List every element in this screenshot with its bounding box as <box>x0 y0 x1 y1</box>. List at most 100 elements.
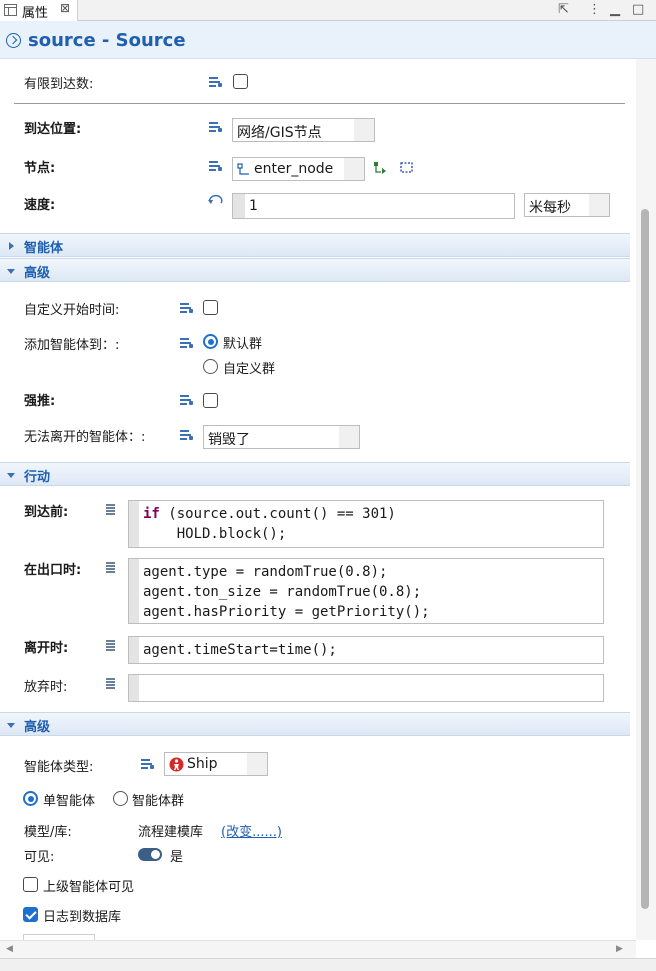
properties-icon <box>4 4 17 16</box>
on-discard-code[interactable] <box>128 674 604 702</box>
node-select[interactable]: enter_node <box>232 157 365 181</box>
code-line: agent.type = randomTrue(0.8); <box>143 564 388 580</box>
model-label: 模型/库: <box>24 825 72 840</box>
view-menu-icon[interactable]: ⇱ <box>558 2 569 17</box>
tab-close-icon[interactable]: ⊠ <box>60 1 70 15</box>
upper-visible-checkbox[interactable] <box>23 877 38 892</box>
default-population-radio[interactable] <box>203 334 218 349</box>
maximize-icon[interactable]: □ <box>632 2 644 17</box>
node-label: 节点: <box>24 161 56 176</box>
static-value-icon[interactable] <box>180 303 193 313</box>
speed-input[interactable]: 1 <box>232 193 515 219</box>
code-field-icon <box>106 504 115 515</box>
code-line: if (source.out.count() == 301) <box>143 506 396 522</box>
custom-start-checkbox[interactable] <box>203 300 218 315</box>
log-to-db-checkbox[interactable] <box>23 907 38 922</box>
source-block-icon <box>6 33 21 48</box>
page-title: source - Source <box>28 30 186 51</box>
tab-properties[interactable]: 属性 ⊠ <box>0 0 78 21</box>
force-push-checkbox[interactable] <box>203 393 218 408</box>
single-agent-label: 单智能体 <box>43 794 96 809</box>
custom-population-radio[interactable] <box>203 359 218 374</box>
dynamic-value-icon[interactable] <box>207 194 225 208</box>
cannot-exit-select[interactable]: 销毁了 <box>203 425 360 449</box>
limited-arrivals-checkbox[interactable] <box>233 74 248 89</box>
dropdown-area <box>354 119 374 141</box>
custom-population-label: 自定义群 <box>223 362 276 377</box>
visible-value: 是 <box>170 850 184 865</box>
code-field-icon <box>106 562 115 573</box>
static-value-icon[interactable] <box>180 395 193 405</box>
static-value-icon[interactable] <box>180 430 193 440</box>
bottom-bar <box>0 958 656 971</box>
agent-icon <box>169 757 184 772</box>
collapse-arrow-icon <box>7 269 15 274</box>
view-tab-strip: 属性 ⊠ ⇱ ⋮ ▁ □ <box>0 0 656 21</box>
arrival-location-select[interactable]: 网络/GIS节点 <box>232 118 375 142</box>
field-gutter <box>233 194 245 218</box>
scroll-right-icon[interactable]: ▶ <box>616 944 623 954</box>
agent-type-value: Ship <box>187 756 218 772</box>
scroll-left-icon[interactable]: ◀ <box>6 944 13 954</box>
code-line: agent.ton_size = randomTrue(0.8); <box>143 584 422 600</box>
code-gutter <box>129 501 139 547</box>
code-field-icon <box>106 678 115 689</box>
cannot-exit-label: 无法离开的智能体：: <box>24 430 146 445</box>
dropdown-area <box>589 194 609 216</box>
agent-population-label: 智能体群 <box>132 794 185 809</box>
section-agent[interactable]: 智能体 <box>0 233 630 257</box>
add-agents-label: 添加智能体到：: <box>24 338 120 353</box>
code-gutter <box>129 675 139 701</box>
agent-type-select[interactable]: Ship <box>164 752 268 776</box>
speed-unit-value: 米每秒 <box>529 200 571 216</box>
minimize-icon[interactable]: ▁ <box>610 2 620 17</box>
visible-toggle[interactable] <box>138 848 162 861</box>
on-before-arrival-code[interactable]: if (source.out.count() == 301) HOLD.bloc… <box>128 500 604 548</box>
custom-start-label: 自定义开始时间: <box>24 303 120 318</box>
static-value-icon[interactable] <box>209 77 222 87</box>
static-value-icon[interactable] <box>209 122 222 132</box>
collapse-arrow-icon <box>7 473 15 478</box>
static-value-icon[interactable] <box>209 161 222 171</box>
model-value: 流程建模库 <box>138 825 204 840</box>
section-agent-title: 智能体 <box>24 241 64 256</box>
select-region-icon[interactable] <box>400 162 414 174</box>
on-at-exit-label: 在出口时: <box>24 563 82 578</box>
agent-type-label: 智能体类型: <box>24 760 94 775</box>
change-model-link[interactable]: (改变......) <box>221 821 282 840</box>
code-gutter <box>129 637 139 663</box>
section-advanced[interactable]: 高级 <box>0 258 630 282</box>
static-value-icon[interactable] <box>141 759 154 769</box>
speed-unit-select[interactable]: 米每秒 <box>524 193 610 217</box>
cannot-exit-value: 销毁了 <box>208 432 250 448</box>
expand-arrow-icon <box>9 242 14 250</box>
code-line: agent.hasPriority = getPriority(); <box>143 604 430 620</box>
log-to-db-label: 日志到数据库 <box>43 910 122 925</box>
upper-visible-label: 上级智能体可见 <box>43 880 135 895</box>
horizontal-scrollbar[interactable]: ◀ ▶ <box>0 940 636 958</box>
section-advanced-2-title: 高级 <box>24 720 51 735</box>
section-actions-title: 行动 <box>24 470 51 485</box>
speed-label: 速度: <box>24 198 56 213</box>
node-icon <box>237 163 249 175</box>
arrival-location-value: 网络/GIS节点 <box>237 125 322 141</box>
single-agent-radio[interactable] <box>23 791 38 806</box>
vertical-scrollbar-thumb[interactable] <box>641 209 649 909</box>
section-advanced-2[interactable]: 高级 <box>0 712 630 736</box>
on-exit-code[interactable]: agent.timeStart=time(); <box>128 636 604 664</box>
more-options-icon[interactable]: ⋮ <box>588 2 601 17</box>
arrival-location-label: 到达位置: <box>24 122 82 137</box>
static-value-icon[interactable] <box>180 338 193 348</box>
code-line: HOLD.block(); <box>143 526 287 542</box>
section-actions[interactable]: 行动 <box>0 462 630 486</box>
tab-properties-label: 属性 <box>22 6 49 21</box>
properties-content: 有限到达数: 到达位置: 网络/GIS节点 节点: enter_node 速度:… <box>0 59 636 940</box>
vertical-scrollbar[interactable] <box>636 59 656 940</box>
dropdown-area <box>344 158 364 180</box>
on-at-exit-code[interactable]: agent.type = randomTrue(0.8); agent.ton_… <box>128 558 604 624</box>
agent-population-radio[interactable] <box>113 791 128 806</box>
select-node-icon[interactable] <box>373 161 387 175</box>
code-gutter <box>129 559 139 623</box>
on-discard-label: 放弃时: <box>24 680 68 695</box>
limited-arrivals-label: 有限到达数: <box>24 77 94 92</box>
